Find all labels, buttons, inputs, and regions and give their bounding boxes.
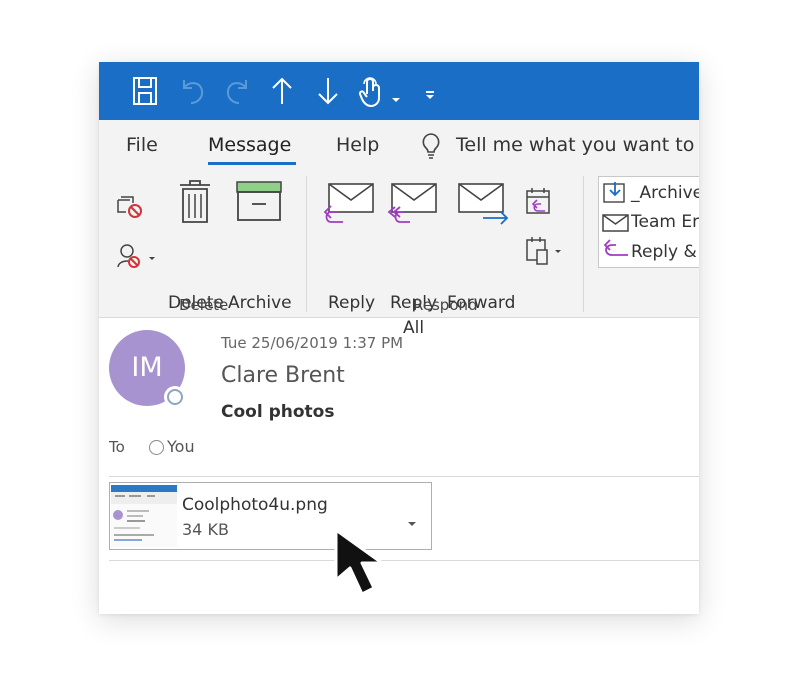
quick-access-toolbar: [99, 62, 699, 120]
attachment-size: 34 KB: [182, 520, 229, 539]
quick-step-archive[interactable]: _Archive: [631, 183, 699, 203]
quick-step-reply-delete[interactable]: Reply &: [631, 242, 697, 262]
group-divider: [306, 176, 307, 312]
respond-group-label: Respond: [413, 296, 478, 314]
sender-name[interactable]: Clare Brent: [221, 363, 345, 388]
redo-icon[interactable]: [223, 76, 251, 110]
presence-icon: [167, 389, 183, 405]
reply-all-icon[interactable]: [386, 182, 438, 232]
undo-icon[interactable]: [179, 76, 207, 110]
mouse-cursor-icon: [334, 528, 400, 602]
tab-file[interactable]: File: [126, 134, 158, 156]
cleanup-icon[interactable]: [116, 242, 158, 274]
recipient-presence-icon: [149, 440, 164, 455]
reply-arrow-icon: [602, 239, 630, 265]
tab-help[interactable]: Help: [336, 134, 379, 156]
to-label: To: [109, 438, 125, 456]
tell-me-search[interactable]: Tell me what you want to d: [456, 134, 699, 156]
active-tab-indicator: [208, 162, 296, 165]
attachment-name: Coolphoto4u.png: [182, 495, 328, 515]
save-icon[interactable]: [132, 76, 158, 110]
archive-icon[interactable]: [235, 180, 283, 226]
divider: [109, 560, 699, 561]
envelope-icon: [602, 213, 630, 237]
reply-all-button-line2[interactable]: All: [403, 318, 424, 338]
tab-message[interactable]: Message: [208, 134, 291, 156]
ribbon: Delete Archive Delete Reply Reply All Fo…: [99, 170, 699, 338]
divider: [109, 476, 699, 477]
quick-steps-gallery: _Archive Team Er Reply &: [598, 176, 699, 268]
group-divider: [583, 176, 584, 312]
touch-mode-icon[interactable]: [358, 76, 384, 112]
delete-group-label: Delete: [179, 296, 229, 314]
down-arrow-icon[interactable]: [317, 76, 339, 110]
chevron-down-icon[interactable]: [407, 512, 417, 531]
ignore-icon[interactable]: [116, 194, 146, 224]
reply-icon[interactable]: [323, 182, 375, 232]
touch-mode-caret-icon[interactable]: [391, 88, 401, 107]
meeting-reply-icon[interactable]: [525, 187, 553, 221]
lightbulb-icon: [420, 132, 442, 164]
attachment-thumbnail: [111, 485, 177, 547]
quick-step-team-email[interactable]: Team Er: [631, 212, 699, 232]
up-arrow-icon[interactable]: [271, 76, 293, 110]
recipient-name[interactable]: You: [167, 437, 195, 456]
ribbon-tab-bar: File Message Help Tell me what you want …: [99, 120, 699, 170]
more-respond-icon[interactable]: [525, 236, 567, 270]
archive-button[interactable]: Archive: [228, 293, 292, 313]
customize-caret-icon[interactable]: [425, 86, 435, 105]
sent-date: Tue 25/06/2019 1:37 PM: [221, 334, 404, 352]
reply-button[interactable]: Reply: [328, 293, 375, 313]
archive-move-icon: [602, 180, 630, 210]
message-subject: Cool photos: [221, 402, 335, 422]
trash-icon[interactable]: [177, 178, 213, 228]
forward-icon[interactable]: [457, 182, 511, 232]
